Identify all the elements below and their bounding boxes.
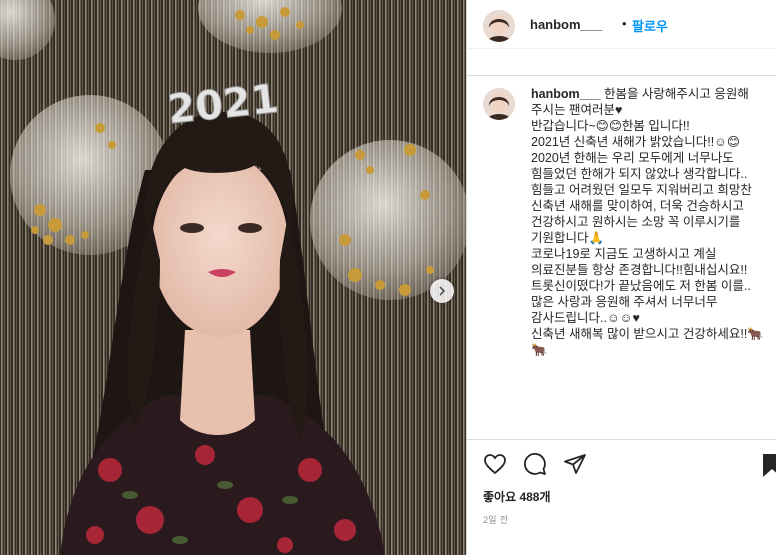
share-button[interactable] — [563, 452, 587, 481]
caption-section[interactable]: hanbom___ 한봄을 사랑해주시고 응원해 주시는 팬여러분♥ 반갑습니다… — [467, 75, 776, 440]
heart-icon — [484, 454, 506, 475]
action-bar — [467, 452, 776, 482]
follow-button[interactable]: 팔로우 — [632, 16, 668, 35]
post-photo: 2021 — [0, 0, 466, 555]
chevron-right-icon — [439, 286, 446, 296]
post-side-panel: hanbom___ • 팔로우 hanbom___ 한봄을 사랑해주시고 응원해… — [466, 0, 776, 555]
likes-count[interactable]: 좋아요 488개 — [483, 488, 551, 505]
post-timestamp[interactable]: 2일 전 — [483, 513, 508, 526]
comment-icon — [524, 453, 546, 475]
next-photo-button[interactable] — [430, 279, 454, 303]
save-button[interactable] — [761, 452, 776, 483]
share-icon — [564, 454, 586, 474]
avatar[interactable] — [483, 88, 515, 120]
bookmark-icon — [763, 454, 776, 477]
balloon-right — [310, 140, 466, 300]
like-button[interactable] — [483, 452, 507, 481]
selfie-image: 2021 — [0, 0, 466, 555]
post-header: hanbom___ • 팔로우 — [467, 0, 776, 49]
separator-dot: • — [622, 16, 627, 31]
caption-body: 한봄을 사랑해주시고 응원해 주시는 팬여러분♥ 반갑습니다~😊😊한봄 입니다!… — [531, 87, 763, 357]
header-username-link[interactable]: hanbom___ — [530, 17, 602, 32]
caption-text: hanbom___ 한봄을 사랑해주시고 응원해 주시는 팬여러분♥ 반갑습니다… — [531, 86, 765, 358]
comment-button[interactable] — [523, 452, 547, 481]
caption-username-link[interactable]: hanbom___ — [531, 87, 600, 101]
avatar[interactable] — [483, 10, 515, 42]
